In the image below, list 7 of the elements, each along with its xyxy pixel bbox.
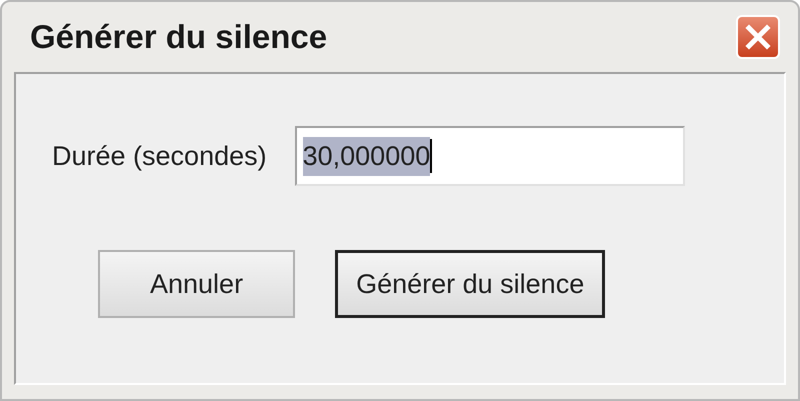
close-icon [744,23,772,51]
dialog-button[interactable]: Annuler [98,250,296,318]
duration-field[interactable]: 30,000000 [294,126,685,186]
close-button[interactable] [736,15,780,59]
dialog-button[interactable]: Générer du silence [335,250,606,318]
field-label: Durée (secondes) [52,140,267,172]
window-title: Générer du silence [30,18,328,56]
